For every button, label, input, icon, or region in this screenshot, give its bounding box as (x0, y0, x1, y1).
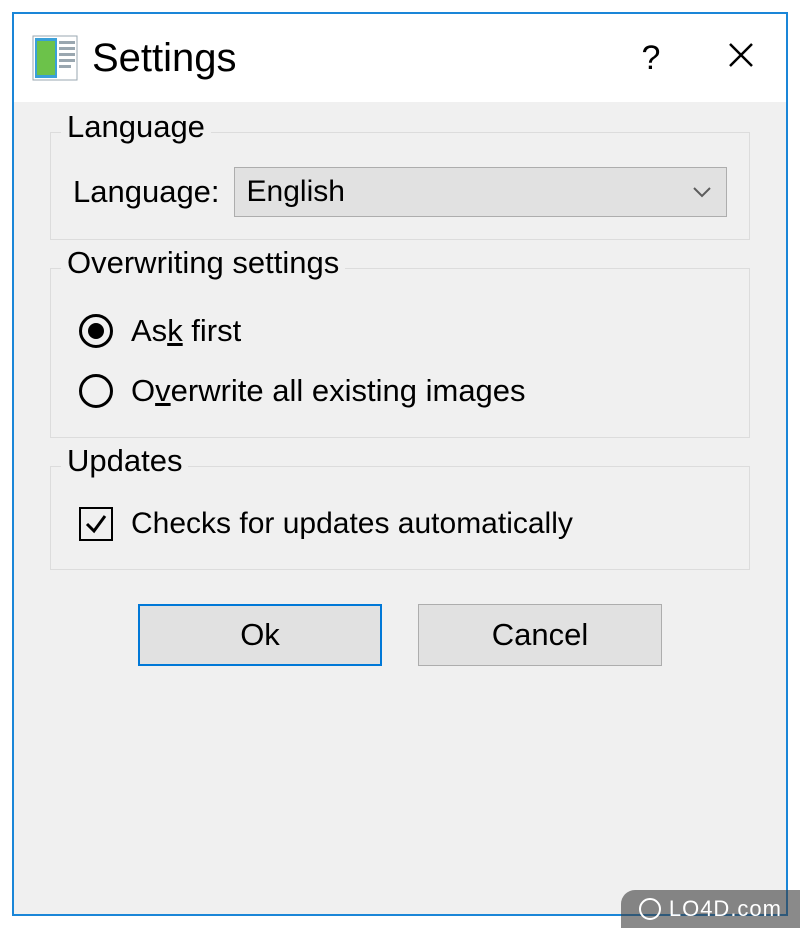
overwriting-group: Overwriting settings Ask first Overwrite… (50, 268, 750, 438)
radio-overwrite-all-label: Overwrite all existing images (131, 373, 526, 409)
auto-updates-label: Checks for updates automatically (131, 507, 573, 541)
watermark: LO4D.com (621, 890, 800, 928)
cancel-button[interactable]: Cancel (418, 604, 662, 666)
radio-ask-first[interactable]: Ask first (79, 313, 727, 349)
language-legend: Language (61, 109, 211, 145)
window-title: Settings (92, 36, 606, 81)
help-icon: ? (642, 39, 661, 78)
auto-updates-checkbox[interactable]: Checks for updates automatically (79, 507, 727, 541)
cancel-button-label: Cancel (492, 617, 589, 653)
radio-overwrite-all[interactable]: Overwrite all existing images (79, 373, 727, 409)
app-icon (32, 35, 78, 81)
language-label: Language: (73, 174, 220, 210)
updates-legend: Updates (61, 443, 188, 479)
close-icon (727, 40, 755, 77)
language-select-value: English (247, 175, 345, 209)
checkbox-icon (79, 507, 113, 541)
ok-button-label: Ok (240, 617, 280, 653)
overwriting-legend: Overwriting settings (61, 245, 345, 281)
dialog-buttons: Ok Cancel (50, 604, 750, 666)
language-row: Language: English (73, 167, 727, 217)
radio-dot-icon (88, 323, 104, 339)
radio-icon (79, 374, 113, 408)
radio-icon (79, 314, 113, 348)
globe-icon (639, 898, 661, 920)
radio-ask-first-label: Ask first (131, 313, 241, 349)
chevron-down-icon (692, 185, 712, 199)
close-button[interactable] (696, 14, 786, 102)
ok-button[interactable]: Ok (138, 604, 382, 666)
titlebar: Settings ? (14, 14, 786, 102)
client-area: Language Language: English Overwriting s… (14, 102, 786, 914)
updates-group: Updates Checks for updates automatically (50, 466, 750, 570)
language-group: Language Language: English (50, 132, 750, 240)
watermark-text: LO4D.com (669, 896, 782, 922)
help-button[interactable]: ? (606, 14, 696, 102)
language-select[interactable]: English (234, 167, 727, 217)
settings-dialog: Settings ? Language Language: English (12, 12, 788, 916)
